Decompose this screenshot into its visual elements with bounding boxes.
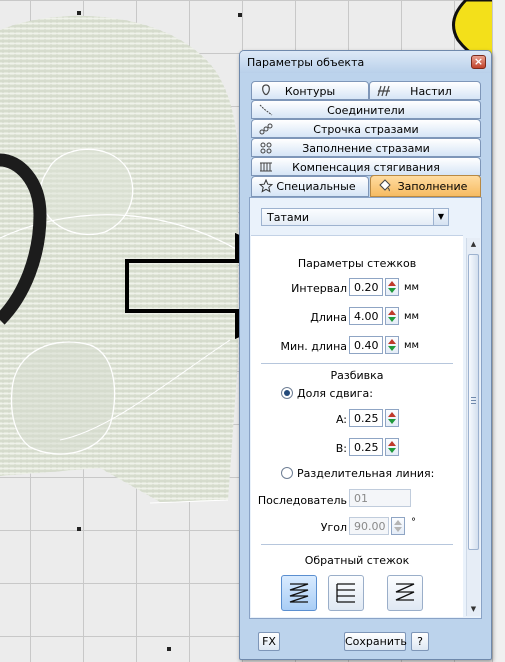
back-stitch-type-1-button[interactable] [281,575,317,611]
interval-unit: мм [404,282,420,293]
tab-rhinestone-line[interactable]: Строчка стразами [251,119,481,138]
tab-label: Настил [410,85,452,98]
length-unit: мм [404,311,420,322]
angle-label: Угол [320,521,347,534]
b-field[interactable]: 0.25 [349,438,383,456]
length-label: Длина [310,311,347,324]
back-stitch-type-3-button[interactable] [387,575,423,611]
tab-label: Контуры [284,85,336,98]
interval-label: Интервал [291,282,347,295]
divider [261,363,453,364]
chevron-down-icon[interactable]: ▼ [433,209,448,225]
interval-field[interactable]: 0.20 [349,278,383,296]
settings-scroll-area[interactable]: Параметры стежков Интервал 0.20 мм Длина… [251,235,463,617]
divider [261,544,453,545]
fill-type-value: Татами [267,211,310,224]
tab-label: Компенсация стягивания [292,161,440,174]
sequence-field[interactable]: 01 [349,489,411,507]
fill-properties-panel: Татами ▼ Параметры стежков Интервал 0.20… [249,197,482,619]
stitch-params-heading: Параметры стежков [297,257,417,270]
angle-field[interactable]: 90.00 [349,517,389,535]
close-icon: × [473,55,484,68]
angle-unit: ° [411,517,416,528]
scroll-down-icon[interactable]: ▼ [467,603,480,616]
back-stitch-heading: Обратный стежок [304,554,410,567]
tab-label: Строчка стразами [313,123,419,136]
tab-fill[interactable]: Заполнение [370,175,481,197]
right-ruler-strip [492,0,505,662]
a-label: A: [335,413,347,426]
scrollbar-thumb[interactable] [468,254,479,550]
close-button[interactable]: × [471,55,486,69]
tab-special[interactable]: Специальные [251,176,369,197]
tab-rhinestone-fill[interactable]: Заполнение стразами [251,138,481,157]
save-button[interactable]: Сохранить [344,632,407,651]
parallel-stitch-icon [336,583,355,603]
vertical-scrollbar[interactable]: ▲ ▼ [466,238,480,616]
min-length-field[interactable]: 0.40 [349,336,383,354]
fill-type-select[interactable]: Татами ▼ [261,208,449,226]
help-button[interactable]: ? [411,632,429,651]
length-stepper[interactable] [385,307,399,325]
dividing-line-label: Разделительная линия: [297,467,435,480]
offset-fraction-label: Доля сдвига: [297,387,373,400]
tab-label: Заполнение стразами [302,142,430,155]
object-properties-dialog: Параметры объекта × Контуры Настил Соеди… [239,50,492,660]
tab-label: Соединители [327,104,405,117]
tab-connectors[interactable]: Соединители [251,100,481,119]
min-length-unit: мм [404,340,420,351]
zigzag-stitch-icon [289,583,309,603]
tab-tatami[interactable]: Настил [369,81,481,100]
tab-contours[interactable]: Контуры [251,81,369,100]
tab-label: Специальные [276,180,356,193]
dialog-titlebar[interactable]: Параметры объекта × [240,51,491,73]
sequence-label: Последователь [257,494,347,507]
b-label: B: [335,442,347,455]
back-stitch-type-2-button[interactable] [328,575,364,611]
interval-stepper[interactable] [385,278,399,296]
scroll-up-icon[interactable]: ▲ [467,238,480,251]
b-stepper[interactable] [385,438,399,456]
a-field[interactable]: 0.25 [349,409,383,427]
a-stepper[interactable] [385,409,399,427]
angle-stepper[interactable] [391,517,405,535]
dividing-line-radio[interactable] [281,467,293,479]
partition-heading: Разбивка [330,369,384,382]
length-field[interactable]: 4.00 [349,307,383,325]
tab-pull-compensation[interactable]: Компенсация стягивания [251,157,481,176]
dialog-title: Параметры объекта [247,56,365,69]
diagonal-stitch-icon [395,583,415,601]
tab-label: Заполнение [397,180,468,193]
offset-fraction-radio[interactable] [281,387,293,399]
fx-button[interactable]: FX [258,632,280,651]
min-length-label: Мин. длина [280,340,347,353]
min-length-stepper[interactable] [385,336,399,354]
